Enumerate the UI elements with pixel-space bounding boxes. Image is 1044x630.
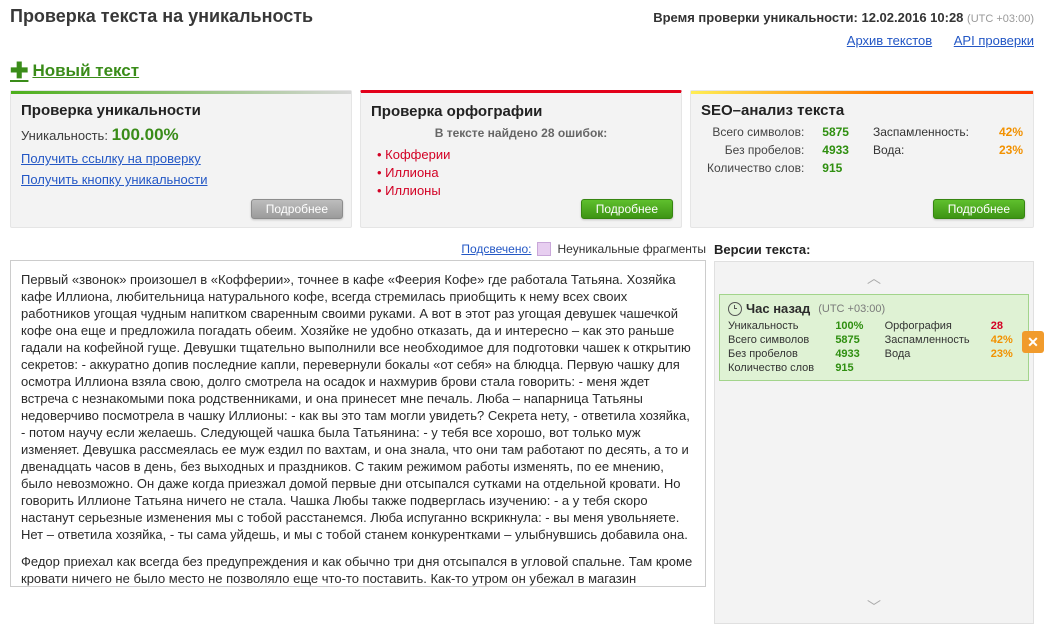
uniq-more-button[interactable]: Подробнее — [251, 199, 343, 219]
chevron-down-icon: ﹀ — [867, 599, 881, 615]
get-uniq-button-link[interactable]: Получить кнопку уникальности — [21, 172, 341, 187]
error-item: Иллиона — [377, 164, 671, 182]
chevron-up-icon: ︿ — [867, 270, 881, 286]
versions-title: Версии текста: — [714, 242, 1034, 257]
version-close-button[interactable]: ✕ — [1022, 331, 1044, 353]
plus-icon: ✚ — [10, 58, 28, 84]
page-title: Проверка текста на уникальность — [10, 6, 313, 27]
seo-more-button[interactable]: Подробнее — [933, 199, 1025, 219]
archive-link[interactable]: Архив текстов — [847, 33, 932, 48]
versions-panel: ︿ Час назад (UTC +03:00) Уникальность100… — [714, 261, 1034, 624]
version-item[interactable]: Час назад (UTC +03:00) Уникальность100%О… — [719, 294, 1029, 381]
checked-text-area[interactable]: Первый «звонок» произошел в «Кофферии», … — [10, 260, 706, 587]
legend-link[interactable]: Подсвечено: — [461, 242, 531, 256]
versions-up-button[interactable]: ︿ — [715, 262, 1033, 294]
versions-down-button[interactable]: ﹀ — [715, 591, 1033, 623]
get-check-link[interactable]: Получить ссылку на проверку — [21, 151, 341, 166]
error-item: Кофферии — [377, 146, 671, 164]
uniqueness-box: Проверка уникальности Уникальность: 100.… — [10, 90, 352, 228]
check-time: Время проверки уникальности: 12.02.2016 … — [653, 10, 1034, 25]
new-text-button[interactable]: ✚ Новый текст — [10, 58, 139, 84]
highlight-legend: Подсвечено: Неуникальные фрагменты — [10, 242, 706, 256]
seo-box: SEO–анализ текста Всего символов:5875Зас… — [690, 90, 1034, 228]
close-icon: ✕ — [1027, 334, 1039, 351]
orf-more-button[interactable]: Подробнее — [581, 199, 673, 219]
api-link[interactable]: API проверки — [954, 33, 1034, 48]
clock-icon — [728, 302, 742, 316]
legend-swatch-icon — [537, 242, 551, 256]
orthography-box: Проверка орфографии В тексте найдено 28 … — [360, 90, 682, 228]
error-item: Иллионы — [377, 182, 671, 200]
